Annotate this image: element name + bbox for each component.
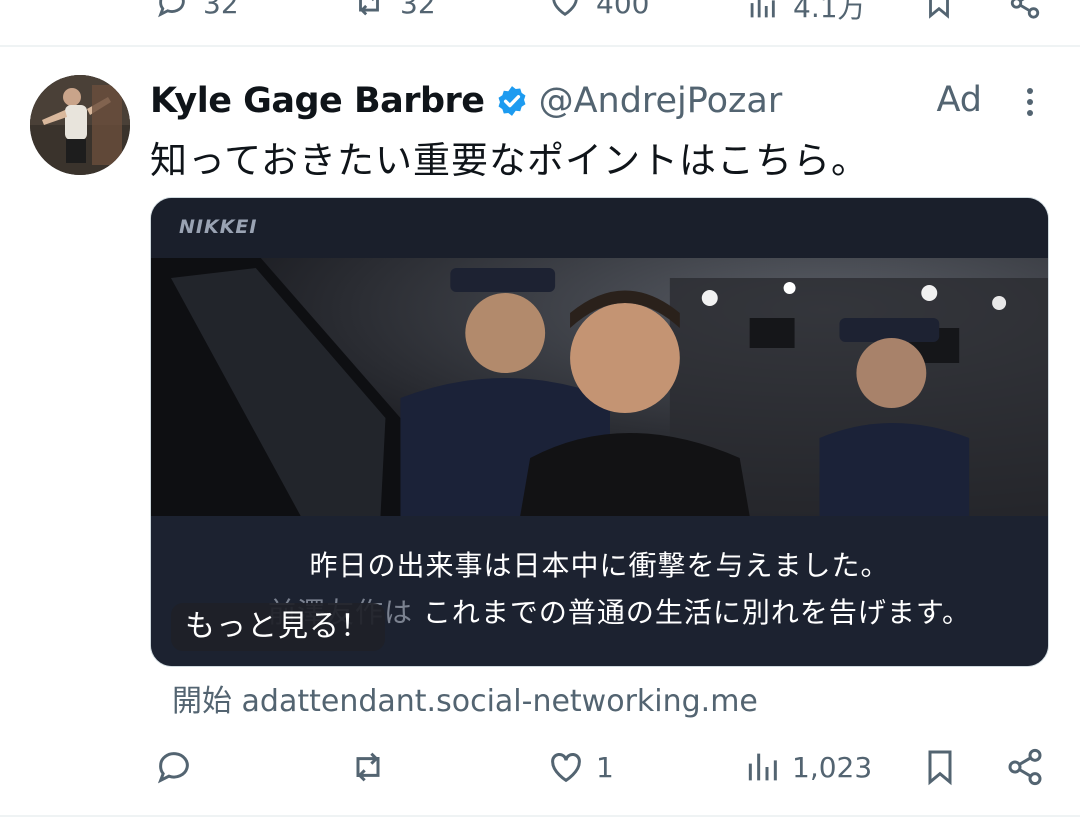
reply-count-prev: 32 xyxy=(203,0,239,20)
see-more-button[interactable]: もっと見る！ xyxy=(171,603,385,651)
views-button-prev[interactable]: 4.1万 xyxy=(745,0,866,26)
tweet-header: Kyle Gage Barbre @AndrejPozar Ad xyxy=(150,78,1050,124)
repost-icon xyxy=(359,0,379,16)
link-card[interactable]: NIKKEI 昨日の出来事は日本中に衝撃を与えました。 これまでの普通の生活に別… xyxy=(150,197,1049,667)
heart-icon xyxy=(551,753,581,783)
author-handle[interactable]: @AndrejPozar xyxy=(539,81,783,121)
views-icon xyxy=(748,753,777,781)
share-icon xyxy=(1008,748,1042,786)
reply-icon xyxy=(157,752,189,784)
reply-button-prev[interactable]: 32 xyxy=(155,0,239,20)
avatar[interactable] xyxy=(30,75,130,175)
share-button[interactable] xyxy=(1005,742,1045,792)
news-photo xyxy=(151,258,1048,516)
repost-icon xyxy=(356,752,380,782)
caption-line-1: 昨日の出来事は日本中に衝撃を与えました。 xyxy=(309,549,890,582)
reply-icon xyxy=(158,0,185,18)
previous-tweet-actions: 32 32 400 4.1万 xyxy=(0,0,1080,46)
bookmark-button[interactable] xyxy=(920,742,960,792)
bookmark-icon xyxy=(928,750,952,786)
link-domain: adattendant.social-networking.me xyxy=(241,684,758,719)
like-button[interactable]: 1 xyxy=(546,742,614,792)
share-icon xyxy=(1010,0,1040,19)
tweet-text: 知っておきたい重要なポイントはこちら。 xyxy=(150,139,870,182)
like-count-prev: 400 xyxy=(596,0,650,20)
card-header: NIKKEI xyxy=(151,198,1048,258)
repost-button-prev[interactable]: 32 xyxy=(352,0,436,20)
caption-line-2-text: これまでの普通の生活に別れを告げます。 xyxy=(422,596,972,629)
ad-label: Ad xyxy=(936,80,982,120)
bookmark-icon xyxy=(929,0,949,19)
card-link[interactable]: 開始 adattendant.social-networking.me xyxy=(172,676,758,720)
more-options-icon[interactable] xyxy=(1010,82,1050,122)
link-prefix: 開始 xyxy=(172,684,232,719)
views-count-prev: 4.1万 xyxy=(793,0,866,24)
reply-button[interactable] xyxy=(154,742,194,792)
share-button-prev[interactable] xyxy=(1008,0,1056,20)
avatar-image xyxy=(30,75,130,175)
views-count: 1,023 xyxy=(792,750,873,784)
views-button[interactable]: 1,023 xyxy=(742,742,872,792)
tweet-divider xyxy=(0,45,1080,47)
bookmark-button-prev[interactable] xyxy=(922,0,970,20)
tweet-actions: 1 1,023 xyxy=(150,742,1050,792)
views-icon xyxy=(750,0,775,18)
author-name[interactable]: Kyle Gage Barbre xyxy=(150,81,485,121)
repost-button[interactable] xyxy=(348,742,388,792)
like-button-prev[interactable]: 400 xyxy=(548,0,649,20)
like-count: 1 xyxy=(596,750,614,784)
heart-icon xyxy=(552,0,578,17)
verified-badge-icon xyxy=(498,86,526,116)
repost-count-prev: 32 xyxy=(400,0,436,20)
source-logo: NIKKEI xyxy=(179,216,258,238)
tweet-divider-bottom xyxy=(0,815,1080,817)
